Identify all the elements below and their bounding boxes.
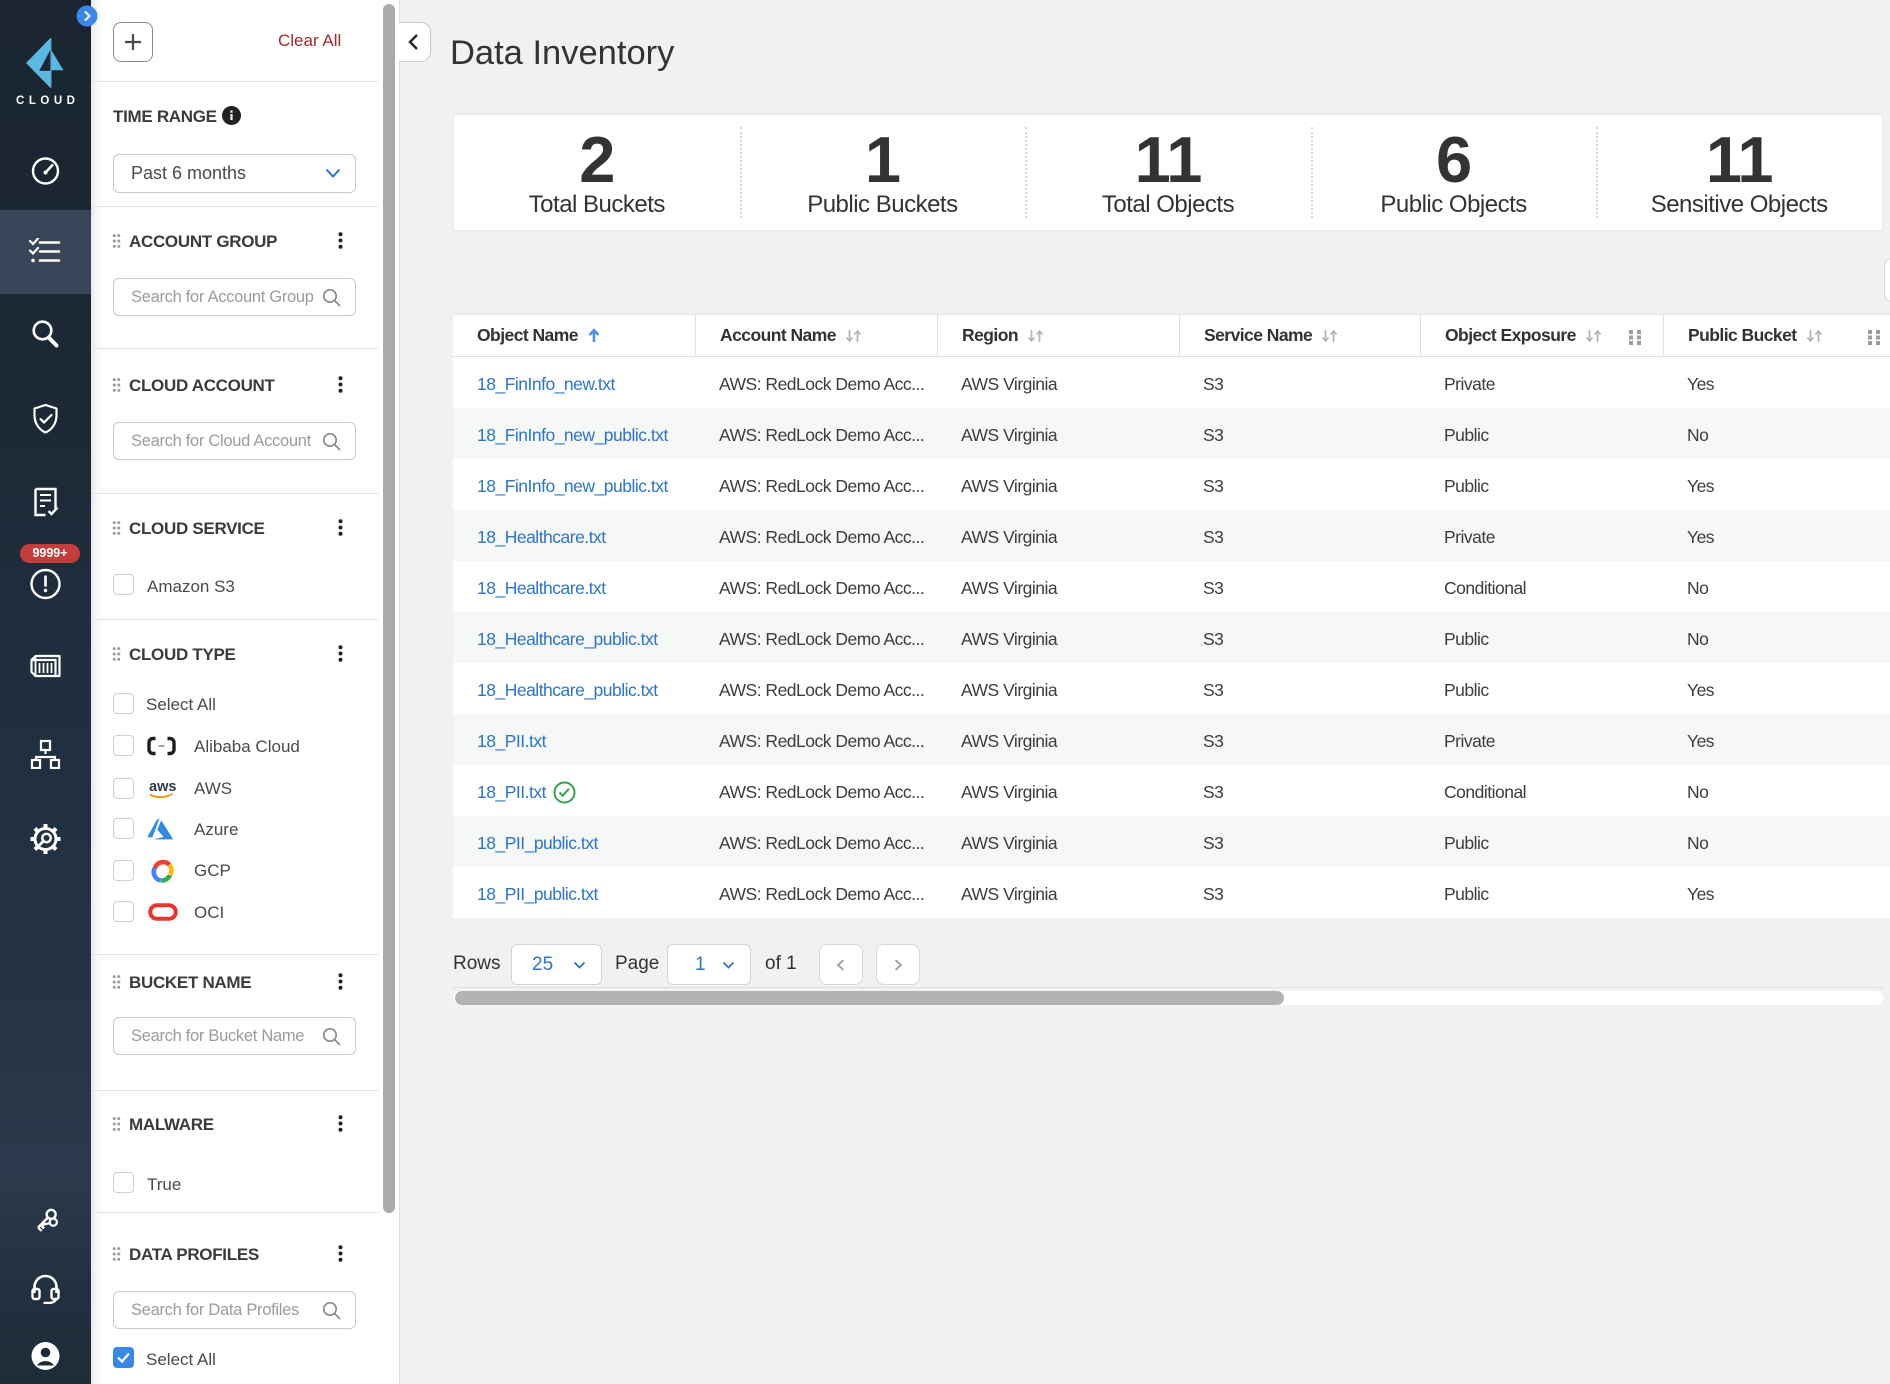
svg-text:aws: aws <box>149 779 176 795</box>
